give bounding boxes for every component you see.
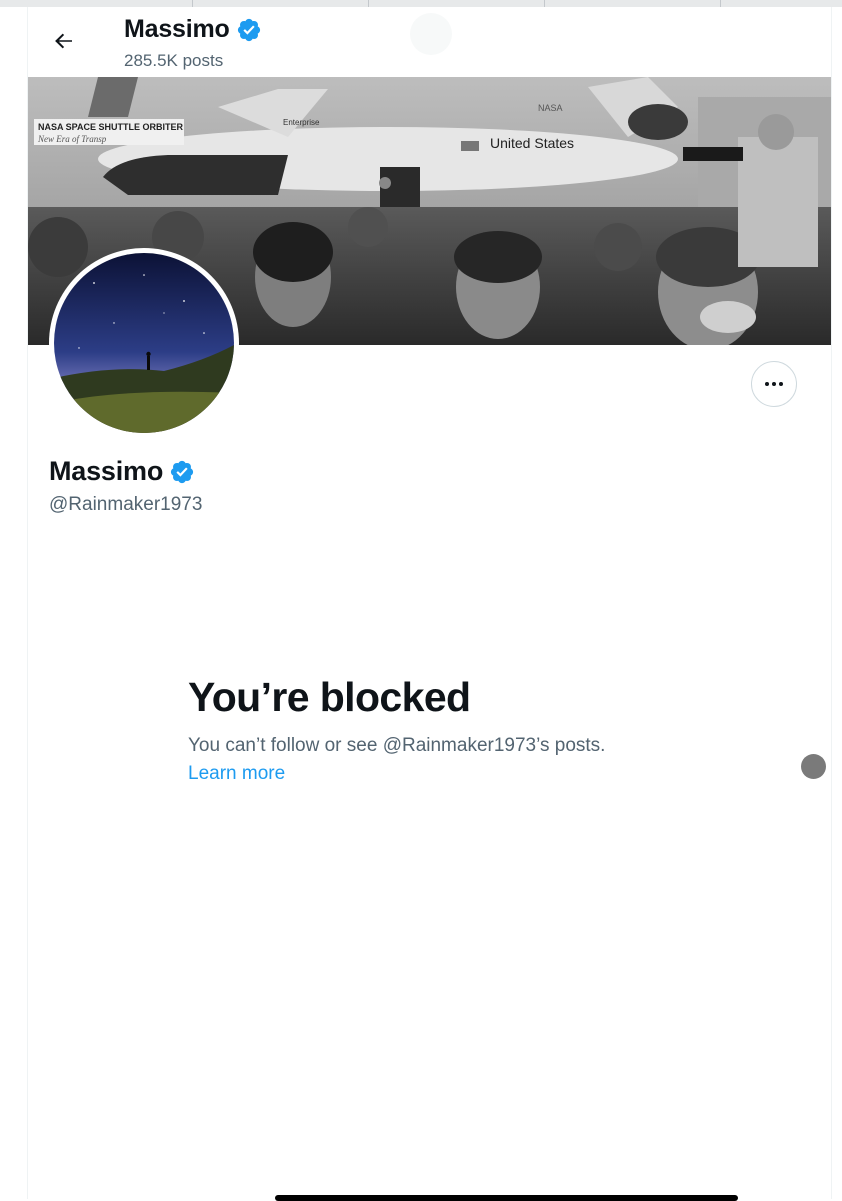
sign-subtext: New Era of Transp: [37, 134, 107, 144]
profile-avatar[interactable]: [49, 248, 239, 438]
more-horizontal-icon: [765, 382, 783, 386]
header-title: Massimo: [124, 15, 262, 44]
verified-badge-icon: [237, 18, 260, 41]
home-indicator: [275, 1195, 738, 1201]
sign-text: NASA SPACE SHUTTLE ORBITER: [38, 122, 184, 132]
more-dot: [779, 382, 783, 386]
tab-separator: [544, 0, 545, 7]
more-dot: [772, 382, 776, 386]
profile-header: Massimo 285.5K posts: [28, 7, 831, 77]
more-options-button[interactable]: [751, 361, 797, 407]
avatar-image: [54, 253, 234, 433]
blocked-title: You’re blocked: [188, 674, 471, 720]
back-button[interactable]: [46, 23, 82, 59]
header-name-text: Massimo: [124, 15, 230, 43]
tab-separator: [720, 0, 721, 7]
tab-separator: [192, 0, 193, 7]
nasa-logo-text: NASA: [538, 103, 563, 113]
tab-separator: [368, 0, 369, 7]
profile-name: Massimo: [49, 456, 195, 487]
scroll-indicator[interactable]: [801, 754, 826, 779]
united-states-text: United States: [490, 135, 574, 151]
profile-name-text: Massimo: [49, 456, 164, 486]
learn-more-link[interactable]: Learn more: [188, 763, 285, 785]
top-chrome: [0, 0, 842, 7]
arrow-left-icon: [55, 33, 72, 49]
header-posts-count: 285.5K posts: [124, 51, 224, 70]
blocked-message: You can’t follow or see @Rainmaker1973’s…: [188, 735, 606, 756]
profile-handle: @Rainmaker1973: [49, 494, 203, 515]
column-border-right: [831, 7, 832, 1199]
verified-badge-icon[interactable]: [169, 459, 195, 485]
orbiter-name-text: Enterprise: [283, 118, 320, 127]
header-ghost-button: [410, 13, 452, 55]
more-dot: [765, 382, 769, 386]
